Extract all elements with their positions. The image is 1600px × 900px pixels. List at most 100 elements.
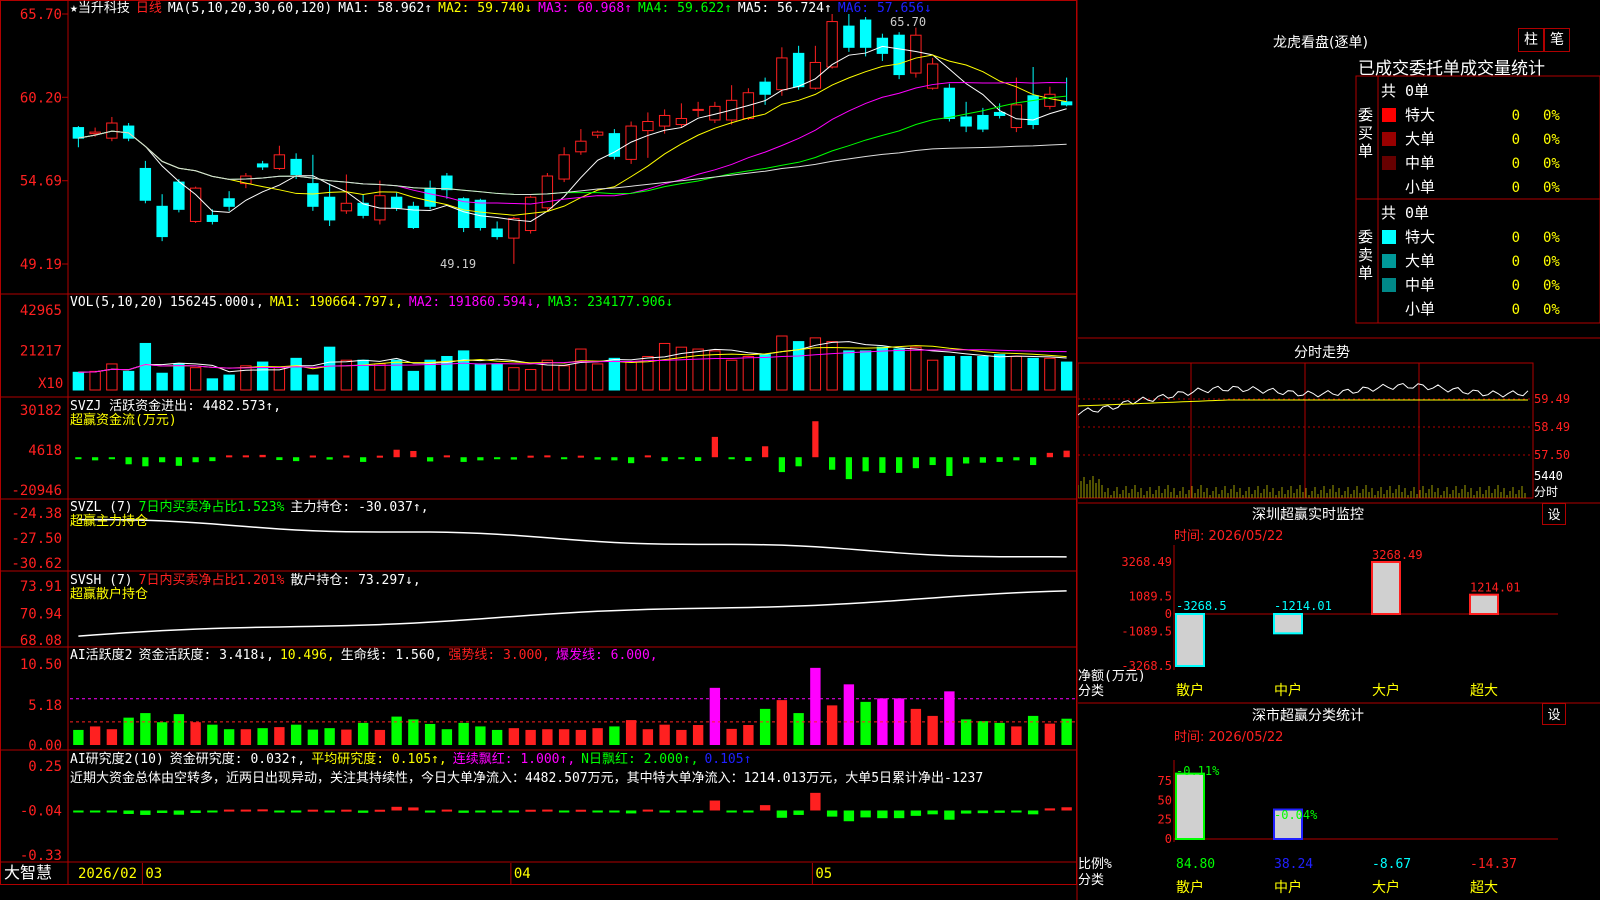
vol-axis-label: 21217	[20, 343, 62, 359]
price-axis-label: 49.19	[20, 257, 62, 273]
activity-bars	[70, 667, 1075, 745]
candle-body	[960, 116, 972, 127]
candle-body	[491, 228, 503, 238]
activity-bar	[726, 728, 737, 745]
svzj-axis-label: 30182	[20, 403, 62, 419]
activity-bar	[1044, 723, 1056, 745]
tick-type-button[interactable]: 笔	[1544, 28, 1570, 52]
intraday-title: 分时走势	[1294, 345, 1350, 361]
activity-bar	[542, 729, 553, 745]
kline-legend-item: MA4: 59.622↑	[638, 1, 732, 16]
flow-bar	[226, 455, 233, 458]
activity-bar	[525, 729, 536, 745]
volume-bar	[876, 346, 889, 391]
volume-bar	[307, 374, 319, 391]
vol-ma-line	[78, 349, 1067, 373]
flow-bar	[125, 457, 132, 465]
research-bar	[374, 809, 386, 812]
main-position-line	[78, 518, 1067, 558]
intraday-panel[interactable]: 分时走势	[1078, 338, 1600, 503]
research-bar	[575, 809, 587, 812]
research-bar	[424, 810, 436, 813]
research-bar	[1044, 808, 1056, 811]
volume-bar	[843, 350, 855, 391]
activity-bar	[140, 713, 151, 745]
flow-bar	[326, 457, 333, 460]
volume-bar	[859, 350, 872, 391]
flow-bar	[745, 457, 752, 461]
research-bars	[73, 792, 1072, 822]
sz-monitor-time: 时间: 2026/05/22	[1174, 529, 1284, 544]
flow-bar	[829, 457, 836, 470]
volume-bar	[558, 365, 570, 391]
ai1-legend: AI活跃度2 资金活跃度: 3.418↓, 10.496, 生命线: 1.560, 强势…	[70, 647, 658, 663]
activity-bar	[810, 667, 821, 745]
volume-bar	[1010, 355, 1023, 391]
volume-bar	[189, 367, 202, 391]
ai2-legend-item: 连续飘红: 1.000↑,	[453, 751, 575, 767]
research-bar	[458, 810, 469, 813]
settings-button-2[interactable]: 设	[1542, 703, 1566, 725]
chart-type-button[interactable]: 柱	[1518, 28, 1544, 52]
settings-button[interactable]: 设	[1542, 503, 1566, 525]
app-brand: 大智慧	[4, 863, 52, 882]
svsh-legend-item: 散户持仓: 73.297↓,	[290, 572, 420, 588]
ai1-legend-item: 10.496,	[280, 648, 335, 663]
flow-bar	[410, 450, 417, 458]
research-bar	[491, 810, 503, 813]
activity-bar	[592, 728, 603, 745]
sz-class-title: 深市超赢分类统计	[1252, 708, 1364, 724]
vol-legend-item: 156245.000↓,	[170, 295, 264, 310]
volume-bar	[926, 359, 939, 391]
volume-bar	[977, 355, 989, 391]
volume-bar	[709, 350, 721, 391]
date-label-month: 05	[815, 866, 832, 882]
research-bar	[475, 810, 486, 813]
svsh-subtitle: 超赢散户持仓	[70, 586, 148, 602]
vol-legend: VOL(5,10,20) 156245.000↓, MA1: 190664.797↓…	[70, 295, 673, 310]
activity-bar	[642, 729, 654, 745]
activity-bar	[173, 714, 185, 745]
volume-bar	[943, 355, 956, 391]
candle-body	[977, 114, 989, 130]
flow-bar	[393, 449, 400, 458]
flow-bar	[309, 455, 316, 458]
date-label-first: 2026/02	[78, 866, 137, 882]
activity-bar	[960, 719, 972, 745]
kline-legend-item: MA5: 56.724↑	[738, 1, 832, 16]
volume-bar	[173, 363, 185, 391]
activity-bar	[759, 708, 771, 745]
activity-bar	[910, 708, 922, 745]
activity-bar	[307, 729, 319, 745]
volume-bar	[910, 346, 922, 391]
flow-bar	[946, 457, 953, 477]
activity-bar	[357, 722, 369, 745]
ai2-legend-item: N日飘红: 2.000↑,	[581, 751, 698, 767]
research-bar	[558, 810, 570, 813]
activity-bar	[391, 716, 402, 745]
research-bar	[843, 810, 855, 822]
candle-body	[675, 117, 688, 126]
candle-body	[340, 202, 353, 212]
kline-chart-area[interactable]: ★当升科技 日线 MA(5,10,20,30,60,120) MA1: 58.962↑…	[0, 0, 1078, 900]
candle-body	[910, 34, 922, 74]
flow-bar	[460, 457, 467, 462]
research-bar	[542, 809, 553, 812]
flow-bar	[209, 457, 216, 462]
kline-legend: ★当升科技 日线 MA(5,10,20,30,60,120) MA1: 58.962↑…	[70, 1, 932, 16]
volume-bar	[658, 342, 671, 391]
candle-body	[608, 133, 621, 157]
volume-bar	[591, 363, 604, 391]
flow-bar	[594, 457, 601, 460]
candle-body	[156, 205, 168, 238]
svzl-legend-item: SVZL (7)	[70, 500, 133, 515]
flow-bar	[678, 457, 685, 460]
svsh-legend-item: 7日内买卖净占比1.201%	[139, 572, 285, 588]
candle-body	[843, 25, 855, 48]
flow-bar	[996, 457, 1003, 462]
ma-line	[78, 95, 1067, 195]
research-bar	[290, 810, 302, 813]
ai2-legend-item: 平均研究度: 0.105↑,	[311, 751, 446, 767]
flow-bar	[477, 457, 484, 461]
research-bar	[977, 810, 989, 814]
